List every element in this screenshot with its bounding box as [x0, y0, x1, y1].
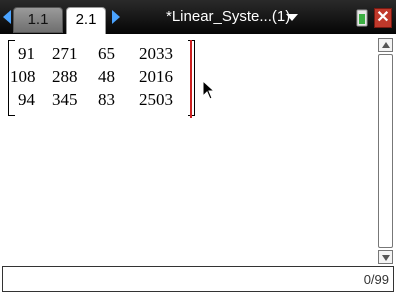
matrix-cell-r3c3: 83 [98, 90, 115, 109]
matrix-cell-r3c2: 345 [52, 90, 78, 109]
matrix-cell-r2c3: 48 [98, 67, 115, 86]
matrix-cell-r1c3: 65 [98, 44, 115, 63]
right-arrow-icon[interactable] [112, 10, 120, 24]
scroll-up-button[interactable] [378, 38, 393, 52]
text-cursor [190, 40, 192, 118]
matrix-cell-r1c4: 2033 [139, 44, 173, 63]
tab-bar: 1.1 2.1 *Linear_Syste...(1) ✕ [0, 0, 396, 34]
matrix-cell-r3c4: 2503 [139, 90, 173, 109]
scroll-track[interactable] [378, 54, 393, 248]
tab-1-1[interactable]: 1.1 [13, 7, 63, 33]
close-button[interactable]: ✕ [374, 8, 392, 28]
mouse-pointer-icon [202, 80, 216, 100]
vertical-scrollbar[interactable] [378, 38, 393, 264]
matrix-output[interactable]: 91 271 65 2033 108 288 48 2016 94 345 83… [8, 40, 196, 116]
matrix-cell-r2c4: 2016 [139, 67, 173, 86]
battery-icon[interactable] [355, 8, 371, 28]
entry-counter: 0/99 [363, 272, 389, 287]
matrix-cell-r1c1: 91 [18, 44, 35, 63]
scroll-down-button[interactable] [378, 250, 393, 264]
tab-2-1[interactable]: 2.1 [66, 7, 106, 34]
document-title[interactable]: *Linear_Syste...(1) [166, 8, 290, 25]
entry-input[interactable]: 0/99 [2, 266, 394, 292]
left-arrow-icon[interactable] [3, 10, 11, 24]
chevron-down-icon[interactable] [286, 14, 298, 21]
matrix-cell-r3c1: 94 [18, 90, 35, 109]
matrix-cell-r2c2: 288 [52, 67, 78, 86]
matrix-cell-r2c1: 108 [10, 67, 36, 86]
matrix-cell-r1c2: 271 [52, 44, 78, 63]
